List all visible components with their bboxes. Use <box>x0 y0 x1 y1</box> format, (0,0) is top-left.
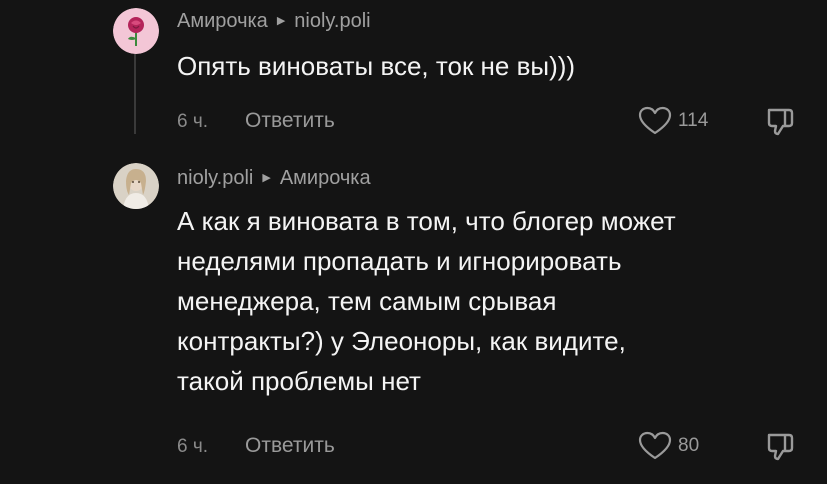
comment-2-reply-to[interactable]: Амирочка <box>280 167 371 190</box>
comment-text-line: неделями пропадать и игнорировать <box>177 246 622 276</box>
comment-2-time: 6 ч. <box>177 436 209 457</box>
comment-2-text: А как я виновата в том, что блогер может… <box>177 201 676 401</box>
dislike-icon <box>767 108 794 136</box>
comment-1-header: Амирочка ▶ nioly.poli <box>177 10 371 33</box>
comment-1-text: Опять виноваты все, ток не вы))) <box>177 46 575 86</box>
comment-2-avatar[interactable] <box>113 163 159 209</box>
reply-arrow-icon: ▶ <box>276 15 286 27</box>
reply-arrow-icon: ▶ <box>262 172 271 184</box>
dislike-icon <box>767 433 794 461</box>
rose-icon <box>113 8 159 54</box>
comment-2-like-button[interactable]: 80 <box>638 431 699 461</box>
comment-2-header: nioly.poli ▶ Амирочка <box>177 167 371 190</box>
comment-1-author[interactable]: Амирочка <box>177 10 268 33</box>
comment-1-reply-button[interactable]: Ответить <box>245 109 335 133</box>
like-count: 80 <box>678 435 700 456</box>
heart-icon <box>638 106 672 135</box>
comment-text-line: А как я виновата в том, что блогер может <box>177 206 676 236</box>
comment-text-line: такой проблемы нет <box>177 366 421 396</box>
comment-2-dislike-button[interactable] <box>764 431 796 468</box>
comment-text-line: Опять виноваты все, ток не вы))) <box>177 51 576 81</box>
like-count: 114 <box>678 110 709 131</box>
comment-2-reply-button[interactable]: Ответить <box>245 434 335 458</box>
comment-2-author[interactable]: nioly.poli <box>177 167 253 190</box>
heart-icon <box>638 431 672 460</box>
photo-avatar <box>113 163 159 209</box>
thread-connector-line <box>134 52 136 134</box>
comment-1-reply-to[interactable]: nioly.poli <box>294 10 370 33</box>
comment-1-dislike-button[interactable] <box>764 106 796 143</box>
comment-text-line: контракты?) у Элеоноры, как видите, <box>177 326 626 356</box>
comment-1-time: 6 ч. <box>177 111 209 132</box>
comment-text-line: менеджера, тем самым срывая <box>177 286 557 316</box>
comment-1-like-button[interactable]: 114 <box>638 106 708 136</box>
comment-1-avatar[interactable] <box>113 8 159 54</box>
